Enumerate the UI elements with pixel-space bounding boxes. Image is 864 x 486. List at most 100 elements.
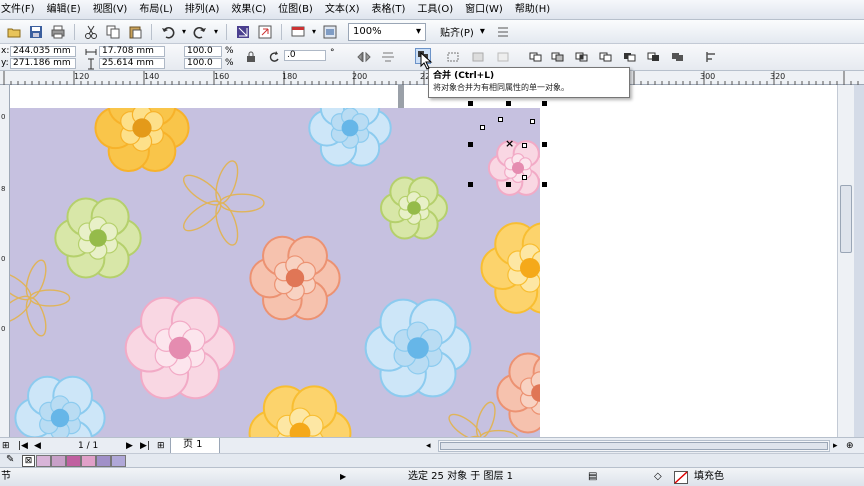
- navigator-icon[interactable]: ⊕: [846, 439, 854, 453]
- vertical-ruler[interactable]: 0 8 0 0: [0, 85, 10, 437]
- page-tab-1[interactable]: 页 1: [170, 438, 220, 454]
- vertical-scrollbar[interactable]: [837, 85, 854, 437]
- options-icon[interactable]: [493, 22, 513, 42]
- application-launcher-icon[interactable]: [288, 22, 308, 42]
- page-add-after-icon[interactable]: ⊞: [157, 439, 165, 453]
- menu-layout[interactable]: 布局(L): [133, 0, 178, 20]
- chevron-down-icon: ▾: [479, 26, 485, 37]
- height-field[interactable]: 25.614 mm: [99, 58, 165, 69]
- node-handle[interactable]: [480, 125, 485, 130]
- flower-shape: [480, 222, 540, 314]
- menu-table[interactable]: 表格(T): [366, 0, 412, 20]
- simplify-icon[interactable]: [598, 49, 614, 65]
- page-add-before-icon[interactable]: ⊞: [2, 439, 10, 453]
- last-page-icon[interactable]: ▶|: [140, 439, 150, 453]
- scroll-left-icon[interactable]: ◂: [426, 439, 431, 453]
- first-page-icon[interactable]: |◀: [18, 439, 28, 453]
- petal-outline: [29, 289, 71, 307]
- weld-icon[interactable]: [528, 49, 544, 65]
- color-swatch[interactable]: [111, 455, 126, 467]
- lock-ratio-icon[interactable]: [243, 49, 259, 65]
- horizontal-scroll-thumb[interactable]: [440, 442, 828, 450]
- eyedropper-icon[interactable]: ✎: [6, 454, 14, 465]
- menu-bitmaps[interactable]: 位图(B): [272, 0, 319, 20]
- menu-edit[interactable]: 编辑(E): [41, 0, 87, 20]
- launcher-dropdown-icon[interactable]: ▾: [310, 27, 318, 36]
- center-marker-icon[interactable]: ×: [505, 137, 514, 150]
- prev-page-icon[interactable]: ◀: [34, 439, 41, 453]
- welcome-screen-icon[interactable]: [320, 22, 340, 42]
- menu-window[interactable]: 窗口(W): [459, 0, 509, 20]
- scale-y-field[interactable]: 100.0: [184, 58, 222, 69]
- save-icon[interactable]: [26, 22, 46, 42]
- snap-to-button[interactable]: 贴齐(P) ▾: [434, 23, 491, 41]
- color-swatch[interactable]: [66, 455, 81, 467]
- status-play-icon[interactable]: ▶: [340, 470, 346, 484]
- align-distribute-icon[interactable]: [704, 49, 720, 65]
- redo-dropdown-icon[interactable]: ▾: [212, 27, 220, 36]
- no-fill-swatch-icon[interactable]: [674, 471, 688, 484]
- flower-shape: [487, 140, 540, 196]
- color-swatch[interactable]: [96, 455, 111, 467]
- rotation-field[interactable]: .0: [284, 50, 326, 61]
- node-handle[interactable]: [498, 117, 503, 122]
- selection-handle[interactable]: [542, 182, 547, 187]
- drawing-canvas[interactable]: ×: [10, 85, 854, 437]
- import-icon[interactable]: [233, 22, 253, 42]
- selection-handle[interactable]: [468, 101, 473, 106]
- trim-icon[interactable]: [550, 49, 566, 65]
- menu-effects[interactable]: 效果(C): [225, 0, 272, 20]
- open-icon[interactable]: [4, 22, 24, 42]
- x-position-field[interactable]: 244.035 mm: [10, 46, 76, 57]
- print-icon[interactable]: [48, 22, 68, 42]
- fill-color-label: 填充色: [694, 471, 724, 482]
- flower-shape: [14, 375, 106, 437]
- color-swatch[interactable]: [36, 455, 51, 467]
- vertical-scroll-thumb[interactable]: [840, 185, 852, 253]
- intersect-icon[interactable]: [574, 49, 590, 65]
- menu-text[interactable]: 文本(X): [319, 0, 366, 20]
- back-minus-front-icon[interactable]: [646, 49, 662, 65]
- menu-arrange[interactable]: 排列(A): [179, 0, 226, 20]
- front-minus-back-icon[interactable]: [622, 49, 638, 65]
- flower-pattern-artwork[interactable]: [10, 108, 540, 437]
- color-swatch[interactable]: [51, 455, 66, 467]
- zoom-level-select[interactable]: 100% ▾: [348, 22, 426, 41]
- node-handle[interactable]: [530, 119, 535, 124]
- selection-handle[interactable]: [506, 182, 511, 187]
- selection-handle[interactable]: [468, 182, 473, 187]
- menu-view[interactable]: 视图(V): [87, 0, 134, 20]
- selection-handle[interactable]: [542, 101, 547, 106]
- copy-icon[interactable]: [103, 22, 123, 42]
- color-swatch[interactable]: [81, 455, 96, 467]
- mirror-vertical-icon[interactable]: [380, 49, 396, 65]
- selection-handle[interactable]: [542, 142, 547, 147]
- group-icon[interactable]: [445, 49, 461, 65]
- redo-icon[interactable]: [190, 22, 210, 42]
- undo-icon[interactable]: [158, 22, 178, 42]
- ungroup-icon[interactable]: [470, 49, 486, 65]
- export-icon[interactable]: [255, 22, 275, 42]
- undo-dropdown-icon[interactable]: ▾: [180, 27, 188, 36]
- selection-handle[interactable]: [468, 142, 473, 147]
- width-field[interactable]: 17.708 mm: [99, 46, 165, 57]
- node-handle[interactable]: [522, 175, 527, 180]
- selection-handle[interactable]: [506, 101, 511, 106]
- no-color-swatch[interactable]: ⊠: [22, 455, 35, 467]
- mirror-horizontal-icon[interactable]: [356, 49, 372, 65]
- menu-tools[interactable]: 工具(O): [411, 0, 459, 20]
- node-handle[interactable]: [522, 143, 527, 148]
- next-page-icon[interactable]: ▶: [126, 439, 133, 453]
- cut-icon[interactable]: [81, 22, 101, 42]
- menu-help[interactable]: 帮助(H): [509, 0, 556, 20]
- scale-x-field[interactable]: 100.0: [184, 46, 222, 57]
- create-boundary-icon[interactable]: [670, 49, 686, 65]
- menu-file[interactable]: 文件(F): [0, 0, 41, 20]
- fill-bucket-icon[interactable]: ◇: [654, 470, 662, 484]
- y-position-field[interactable]: 271.186 mm: [10, 58, 76, 69]
- horizontal-scrollbar[interactable]: [438, 440, 830, 452]
- flower-shape: [248, 385, 352, 437]
- scroll-right-icon[interactable]: ▸: [833, 439, 838, 453]
- ungroup-all-icon[interactable]: [495, 49, 511, 65]
- paste-icon[interactable]: [125, 22, 145, 42]
